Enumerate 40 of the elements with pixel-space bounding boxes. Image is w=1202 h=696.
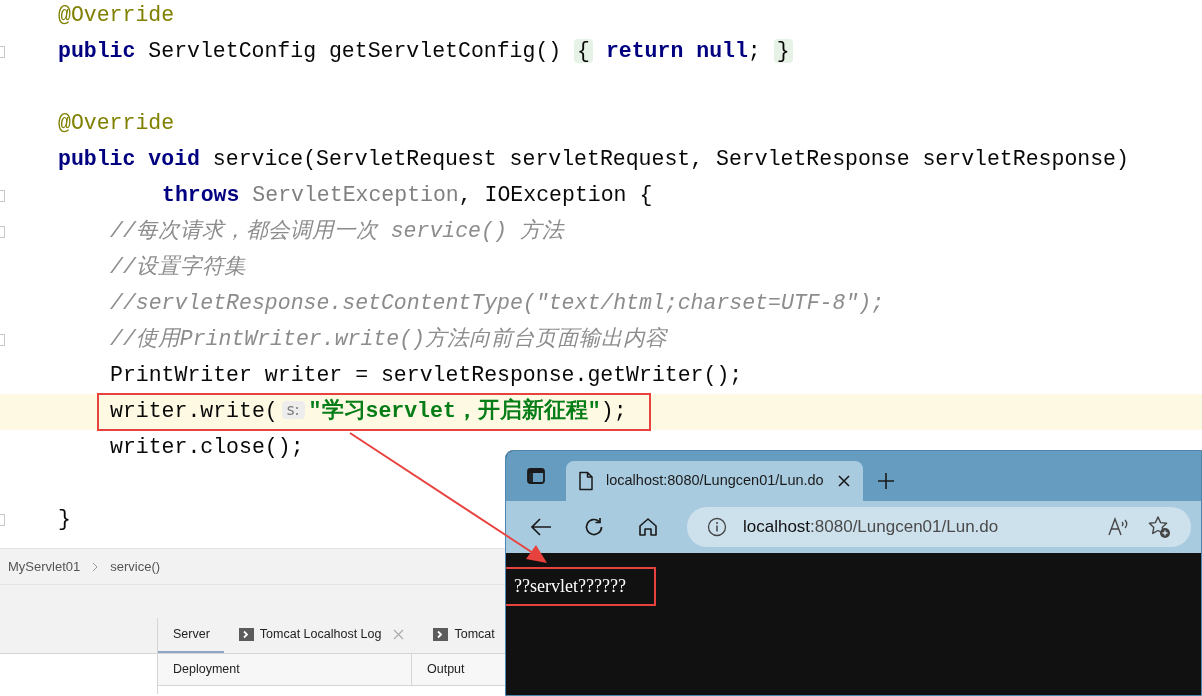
- browser-tab[interactable]: localhost:8080/Lungcen01/Lun.do: [566, 461, 863, 501]
- info-icon[interactable]: [707, 517, 727, 537]
- url-text: localhost:8080/Lungcen01/Lun.do: [743, 516, 1000, 539]
- close-icon[interactable]: [837, 474, 851, 488]
- address-bar[interactable]: localhost:8080/Lungcen01/Lun.do: [687, 507, 1191, 547]
- code-line: //每次请求，都会调用一次 service() 方法: [110, 221, 564, 243]
- code-line: @Override: [58, 113, 175, 135]
- panel-tab[interactable]: Tomcat Localhost Log: [223, 618, 419, 653]
- breadcrumb-item[interactable]: service(): [110, 556, 161, 577]
- panel-tab[interactable]: Tomcat: [418, 618, 509, 653]
- back-icon[interactable]: [529, 517, 552, 537]
- new-tab-icon[interactable]: [877, 472, 895, 490]
- code-line: writer.close();: [110, 437, 304, 459]
- output-text: ??servlet??????: [514, 576, 626, 596]
- code-line: @Override: [58, 5, 175, 27]
- code-line: public void service(ServletRequest servletRequest, ServletResponse servletResponse): [58, 149, 1129, 171]
- home-icon[interactable]: [637, 516, 660, 538]
- sidebar-toggle-icon[interactable]: [526, 466, 546, 486]
- fold-marker-icon[interactable]: [0, 334, 5, 346]
- console-icon: [238, 628, 254, 641]
- fold-marker-icon[interactable]: [0, 514, 5, 526]
- fold-marker-icon[interactable]: [0, 46, 5, 58]
- column-header: Deployment: [158, 654, 412, 685]
- chevron-icon: [92, 561, 99, 572]
- fold-marker-icon[interactable]: [0, 226, 5, 238]
- column-header: Output: [426, 661, 466, 679]
- document-icon: [578, 471, 594, 491]
- code-line: //使用PrintWriter.write()方法向前台页面输出内容: [110, 329, 667, 351]
- breadcrumb-item[interactable]: MyServlet01: [8, 556, 81, 577]
- code-line: public ServletConfig getServletConfig() { return null; }: [58, 41, 793, 63]
- code-line: //设置字符集: [110, 257, 246, 279]
- code-line: throws ServletException, IOException {: [162, 185, 653, 207]
- code-line: //servletResponse.setContentType("text/html;charset=UTF-8");: [110, 293, 885, 315]
- console-icon: [433, 628, 449, 641]
- tab-title: localhost:8080/Lungcen01/Lun.do: [606, 471, 825, 491]
- code-line: PrintWriter writer = servletResponse.getWriter();: [110, 365, 743, 387]
- code-line: }: [58, 509, 71, 531]
- fold-marker-icon[interactable]: [0, 190, 5, 202]
- favorite-add-icon[interactable]: [1147, 515, 1171, 539]
- code-line: writer.write( $^{s:}$ "学习servlet，开启新征程");: [110, 399, 627, 423]
